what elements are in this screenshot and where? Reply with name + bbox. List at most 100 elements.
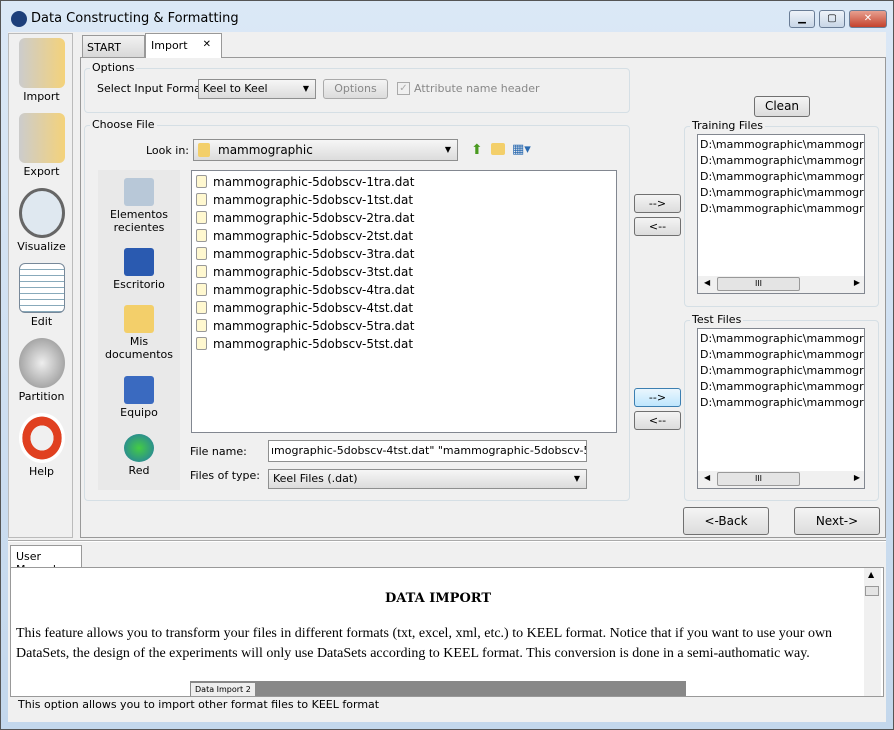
list-item[interactable]: mammographic-5dobscv-5tst.dat	[192, 335, 616, 353]
lifebuoy-icon	[18, 413, 65, 463]
dat-file-icon	[196, 247, 207, 260]
places-bar: Elementos recientes Escritorio Mis docum…	[98, 170, 180, 490]
list-item[interactable]: mammographic-5dobscv-1tst.dat	[192, 191, 616, 209]
add-test-button[interactable]: -->	[634, 388, 681, 407]
test-files-list[interactable]: D:\mammographic\mammographic- D:\mammogra…	[697, 328, 865, 489]
remove-training-button[interactable]: <--	[634, 217, 681, 236]
place-documents[interactable]: Mis documentos	[98, 305, 180, 361]
item-label: mammographic-5dobscv-5tra.dat	[213, 319, 415, 333]
remove-test-button[interactable]: <--	[634, 411, 681, 430]
format-label: Select Input Format	[97, 82, 206, 95]
list-item[interactable]: D:\mammographic\mammographic-	[698, 347, 864, 363]
minimize-button[interactable]: ▁	[789, 10, 815, 28]
file-type-label: Files of type:	[190, 469, 261, 482]
item-label: D:\mammographic\mammographic-	[700, 138, 864, 151]
toolbar-visualize[interactable]: Visualize	[9, 184, 74, 253]
toolbar-label: Help	[28, 465, 55, 478]
item-label: D:\mammographic\mammographic-	[700, 202, 864, 215]
test-hscrollbar[interactable]: ◀ III ▶	[698, 471, 864, 488]
network-icon	[124, 434, 154, 462]
options-button[interactable]: Options	[323, 79, 388, 99]
place-computer[interactable]: Equipo	[98, 376, 180, 419]
dat-file-icon	[196, 265, 207, 278]
training-hscrollbar[interactable]: ◀ III ▶	[698, 276, 864, 293]
maximize-button[interactable]: ▢	[819, 10, 845, 28]
file-type-select[interactable]: Keel Files (.dat) ▼	[268, 469, 587, 489]
list-item[interactable]: mammographic-5dobscv-3tst.dat	[192, 263, 616, 281]
toolbar-edit[interactable]: Edit	[9, 259, 74, 328]
training-files-list[interactable]: D:\mammographic\mammographic- D:\mammogra…	[697, 134, 865, 294]
back-button[interactable]: <-Back	[683, 507, 769, 535]
select-value: Keel Files (.dat)	[273, 472, 358, 485]
status-bar: This option allows you to import other f…	[18, 698, 380, 711]
toolbar-help[interactable]: Help	[9, 409, 74, 478]
tab-import[interactable]: Import ✕	[145, 33, 222, 58]
item-label: D:\mammographic\mammographic-	[700, 154, 864, 167]
clean-button[interactable]: Clean	[754, 96, 810, 117]
image-tab-label: Data Import 2	[191, 683, 255, 696]
add-training-button[interactable]: -->	[634, 194, 681, 213]
place-desktop[interactable]: Escritorio	[98, 248, 180, 291]
item-label: D:\mammographic\mammographic-	[700, 332, 864, 345]
item-label: mammographic-5dobscv-4tra.dat	[213, 283, 415, 297]
list-item[interactable]: mammographic-5dobscv-2tst.dat	[192, 227, 616, 245]
toolbar-partition[interactable]: Partition	[9, 334, 74, 403]
input-format-select[interactable]: Keel to Keel ▼	[198, 79, 316, 99]
dat-file-icon	[196, 211, 207, 224]
list-item[interactable]: mammographic-5dobscv-3tra.dat	[192, 245, 616, 263]
list-item[interactable]: D:\mammographic\mammographic-	[698, 185, 864, 201]
file-name-label: File name:	[190, 445, 247, 458]
item-label: D:\mammographic\mammographic-	[700, 364, 864, 377]
toolbar-export[interactable]: Export	[9, 109, 74, 178]
item-label: mammographic-5dobscv-4tst.dat	[213, 301, 414, 315]
attribute-header-checkbox[interactable]: ✓	[397, 82, 410, 95]
item-label: D:\mammographic\mammographic-	[700, 396, 864, 409]
item-label: mammographic-5dobscv-3tra.dat	[213, 247, 415, 261]
place-label: Equipo	[120, 406, 158, 419]
view-menu-icon[interactable]: ▦▾	[512, 142, 531, 157]
tab-start[interactable]: START	[82, 35, 145, 58]
list-item[interactable]: mammographic-5dobscv-1tra.dat	[192, 173, 616, 191]
splitter[interactable]	[8, 540, 886, 542]
look-in-select[interactable]: mammographic ▼	[193, 139, 458, 161]
list-item[interactable]: D:\mammographic\mammographic-	[698, 379, 864, 395]
dat-file-icon	[196, 319, 207, 332]
file-list[interactable]: mammographic-5dobscv-1tra.dat mammographi…	[191, 170, 617, 433]
list-item[interactable]: D:\mammographic\mammographic-	[698, 363, 864, 379]
list-item[interactable]: D:\mammographic\mammographic-	[698, 153, 864, 169]
scroll-thumb[interactable]	[865, 586, 879, 596]
new-folder-icon[interactable]	[491, 143, 505, 155]
file-name-input[interactable]: ımographic-5dobscv-4tst.dat" "mammograph…	[268, 440, 587, 462]
tab-user-manual[interactable]: User Manual	[10, 545, 82, 576]
close-tab-icon[interactable]: ✕	[203, 39, 211, 50]
list-item[interactable]: mammographic-5dobscv-4tst.dat	[192, 299, 616, 317]
list-item[interactable]: D:\mammographic\mammographic-	[698, 331, 864, 347]
list-item[interactable]: D:\mammographic\mammographic-	[698, 137, 864, 153]
up-folder-icon[interactable]: ⬆	[471, 142, 483, 158]
list-item[interactable]: D:\mammographic\mammographic-	[698, 201, 864, 217]
list-item[interactable]: D:\mammographic\mammographic-	[698, 169, 864, 185]
scroll-thumb[interactable]: III	[717, 277, 800, 291]
group-label: Training Files	[690, 119, 766, 132]
list-item[interactable]: mammographic-5dobscv-4tra.dat	[192, 281, 616, 299]
toolbar-import[interactable]: Import	[9, 34, 74, 103]
place-recent[interactable]: Elementos recientes	[98, 178, 180, 234]
magnifier-icon	[18, 188, 65, 238]
list-item[interactable]: mammographic-5dobscv-2tra.dat	[192, 209, 616, 227]
list-item[interactable]: D:\mammographic\mammographic-	[698, 395, 864, 411]
manual-vscrollbar[interactable]: ▲	[864, 568, 881, 696]
toolbar-label: Visualize	[17, 240, 66, 253]
dat-file-icon	[196, 301, 207, 314]
select-value: Keel to Keel	[203, 82, 268, 95]
notepad-pencil-icon	[18, 263, 65, 313]
manual-heading: DATA IMPORT	[384, 591, 492, 606]
next-button[interactable]: Next->	[794, 507, 880, 535]
place-network[interactable]: Red	[98, 434, 180, 477]
group-label: Options	[90, 61, 137, 74]
options-group: Options Select Input Format Keel to Keel…	[84, 61, 630, 113]
tab-label: Import	[151, 39, 188, 52]
list-item[interactable]: mammographic-5dobscv-5tra.dat	[192, 317, 616, 335]
close-button[interactable]: ✕	[849, 10, 887, 28]
manual-body: This feature allows you to transform you…	[16, 626, 833, 661]
scroll-thumb[interactable]: III	[717, 472, 800, 486]
